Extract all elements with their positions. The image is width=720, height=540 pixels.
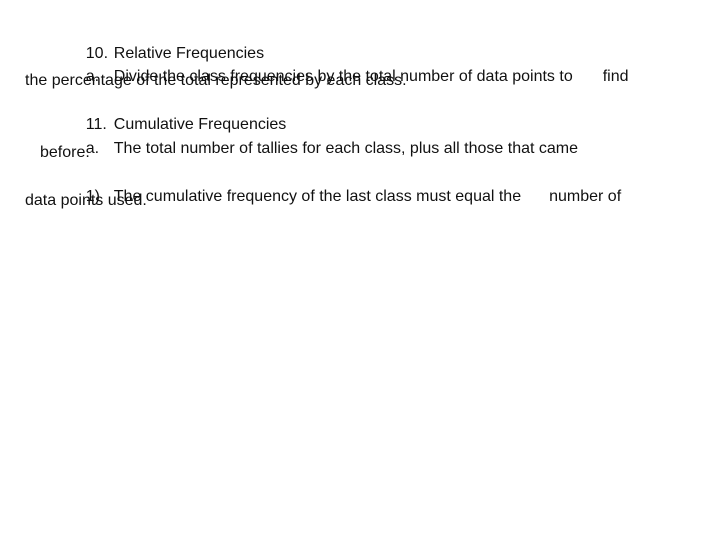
list-item-text: find bbox=[602, 68, 629, 85]
subsub-item-continuation: data points used. bbox=[25, 192, 147, 209]
list-item-text: number of bbox=[549, 188, 622, 205]
list-marker: a. bbox=[85, 140, 100, 157]
list-item-text: The cumulative frequency of the last cla… bbox=[113, 188, 522, 205]
document-page: 10. Relative Frequencies a. Divide the cla… bbox=[0, 0, 720, 540]
subsub-item-last-class: 1) The cumulative frequency of the last c… bbox=[68, 167, 621, 227]
sub-item-continuation: the percentage of the total represented … bbox=[25, 72, 407, 89]
sub-item-continuation: before. bbox=[40, 144, 90, 161]
list-item-text: The total number of tallies for each cla… bbox=[113, 140, 579, 157]
